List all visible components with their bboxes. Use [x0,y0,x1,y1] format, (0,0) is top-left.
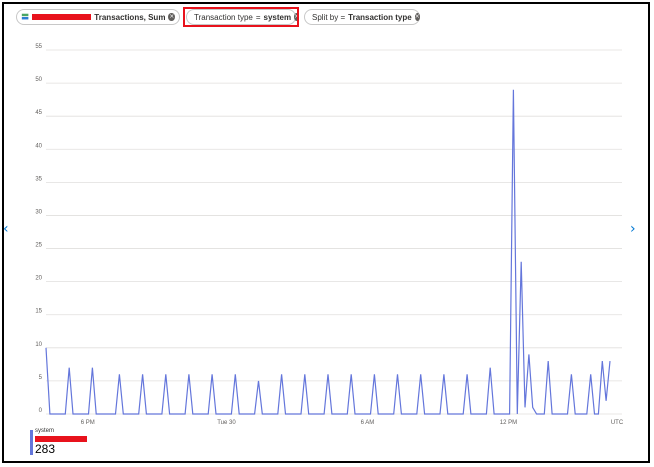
line-chart: 5550454035302520151050 6 PM Tue 30 6 AM 12 … [35,44,624,426]
legend-series-name: system [35,428,55,434]
timezone-label: UTC [611,420,624,426]
y-tick-label: 10 [35,342,42,348]
x-tick-label: Tue 30 [217,420,236,426]
series-line-system [45,89,611,415]
y-tick-label: 15 [35,309,42,315]
y-tick-label: 55 [35,44,42,50]
y-tick-label: 35 [35,176,42,182]
y-tick-label: 50 [35,77,42,83]
y-tick-label: 40 [35,143,42,149]
y-tick-label: 5 [39,375,43,381]
y-tick-label: 30 [35,209,42,215]
y-tick-label: 25 [35,243,42,249]
y-tick-label: 20 [35,276,42,282]
legend-color-swatch [30,430,33,455]
x-tick-label: 12 PM [500,420,517,426]
y-tick-label: 0 [39,408,43,414]
x-tick-label: 6 PM [81,420,95,426]
x-tick-label: 6 AM [361,420,375,426]
legend-total-value: 283 [35,442,56,456]
y-tick-label: 45 [35,110,42,116]
